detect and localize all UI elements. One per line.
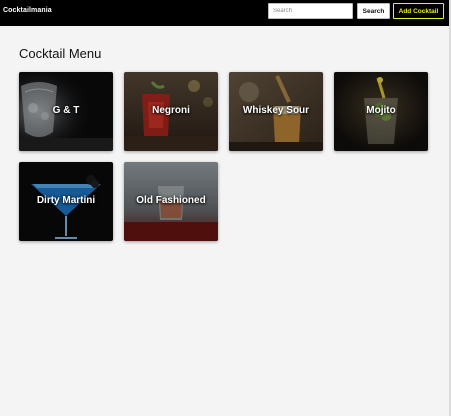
search-input[interactable] [268, 3, 353, 19]
add-cocktail-button[interactable]: Add Cocktail [393, 3, 444, 19]
card-title: Dirty Martini [36, 195, 96, 206]
cocktail-card-mojito[interactable]: Mojito [334, 72, 428, 151]
card-title: Whiskey Sour [242, 105, 310, 116]
top-navbar: Cocktailmania Search Add Cocktail [0, 0, 449, 26]
cocktail-card-negroni[interactable]: Negroni [124, 72, 218, 151]
card-title: Old Fashioned [136, 195, 206, 206]
cocktail-card-dirty-martini[interactable]: Dirty Martini [19, 162, 113, 241]
card-title: G & T [52, 105, 80, 116]
card-title: Negroni [152, 105, 190, 116]
search-button[interactable]: Search [357, 3, 390, 19]
card-title: Mojito [366, 105, 396, 116]
cocktail-card-whiskey-sour[interactable]: Whiskey Sour [229, 72, 323, 151]
page-title: Cocktail Menu [19, 46, 102, 61]
cocktail-card-old-fashioned[interactable]: Old Fashioned [124, 162, 218, 241]
cocktail-card-g-and-t[interactable]: G & T [19, 72, 113, 151]
brand-logo[interactable]: Cocktailmania [3, 7, 52, 14]
